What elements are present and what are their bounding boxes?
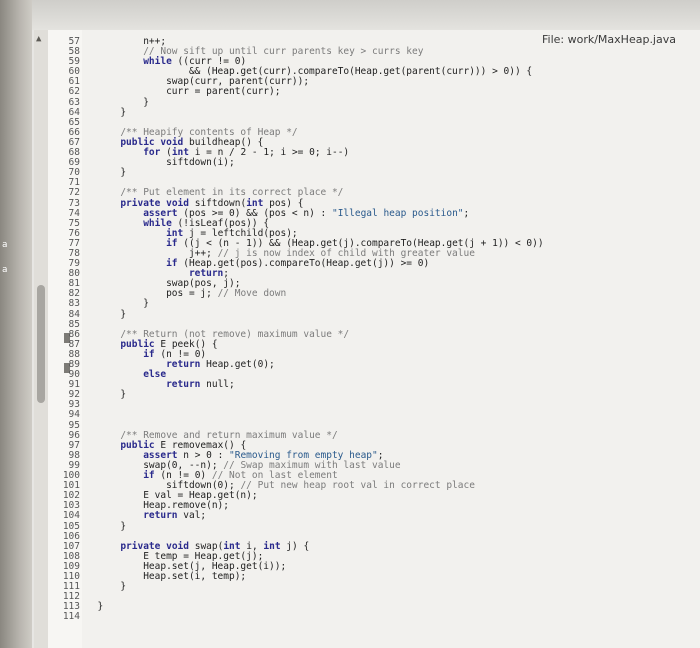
code-line[interactable]: 82 pos = j; // Move down bbox=[58, 289, 698, 299]
code-text: } bbox=[86, 520, 127, 532]
file-path-label: File: work/MaxHeap.java bbox=[542, 33, 676, 46]
code-line[interactable]: 63 } bbox=[58, 97, 698, 108]
code-line[interactable]: 91 return null; bbox=[58, 380, 698, 390]
background-mark: a bbox=[2, 240, 8, 250]
code-line[interactable]: 112 bbox=[58, 592, 698, 602]
code-text: } bbox=[86, 308, 127, 320]
code-line[interactable]: 110 Heap.set(i, temp); bbox=[58, 571, 698, 582]
code-line[interactable]: 83 } bbox=[58, 299, 698, 309]
code-text-area[interactable]: 57 n++; 58 // Now sift up until curr pare… bbox=[58, 36, 698, 622]
code-text: } bbox=[86, 106, 127, 118]
code-line[interactable]: 64 } bbox=[58, 106, 698, 118]
code-text: } bbox=[86, 167, 127, 179]
code-line[interactable]: 70 } bbox=[58, 168, 698, 178]
line-number: 104 bbox=[62, 510, 80, 522]
line-number: 114 bbox=[62, 611, 80, 623]
background-mark: a bbox=[2, 265, 8, 275]
scroll-up-icon[interactable]: ▲ bbox=[36, 34, 41, 44]
desk-background-left: a a bbox=[0, 0, 32, 648]
code-line[interactable]: 114 bbox=[58, 612, 698, 622]
code-line[interactable]: 111 } bbox=[58, 581, 698, 593]
code-line[interactable]: 113 } bbox=[58, 602, 698, 612]
code-line[interactable]: 84 } bbox=[58, 308, 698, 320]
code-line[interactable]: 105 } bbox=[58, 520, 698, 532]
code-line[interactable]: 62 curr = parent(curr); bbox=[58, 87, 698, 97]
code-line[interactable]: 69 siftdown(i); bbox=[58, 158, 698, 168]
code-editor[interactable]: ▲ 57 n++; 58 // Now sift up until curr pa… bbox=[34, 30, 700, 648]
code-line[interactable]: 104 return val; bbox=[58, 511, 698, 521]
vertical-scrollbar[interactable]: ▲ bbox=[34, 30, 49, 648]
code-text: } bbox=[86, 389, 127, 401]
code-line[interactable]: 92 } bbox=[58, 390, 698, 400]
code-text: } bbox=[86, 581, 127, 593]
scrollbar-thumb[interactable] bbox=[37, 285, 45, 403]
code-line[interactable]: 94 bbox=[58, 410, 698, 420]
code-line[interactable]: 93 bbox=[58, 400, 698, 410]
code-text: } bbox=[86, 601, 104, 613]
line-number: 72 bbox=[68, 187, 80, 199]
desk-background-top bbox=[32, 0, 700, 30]
